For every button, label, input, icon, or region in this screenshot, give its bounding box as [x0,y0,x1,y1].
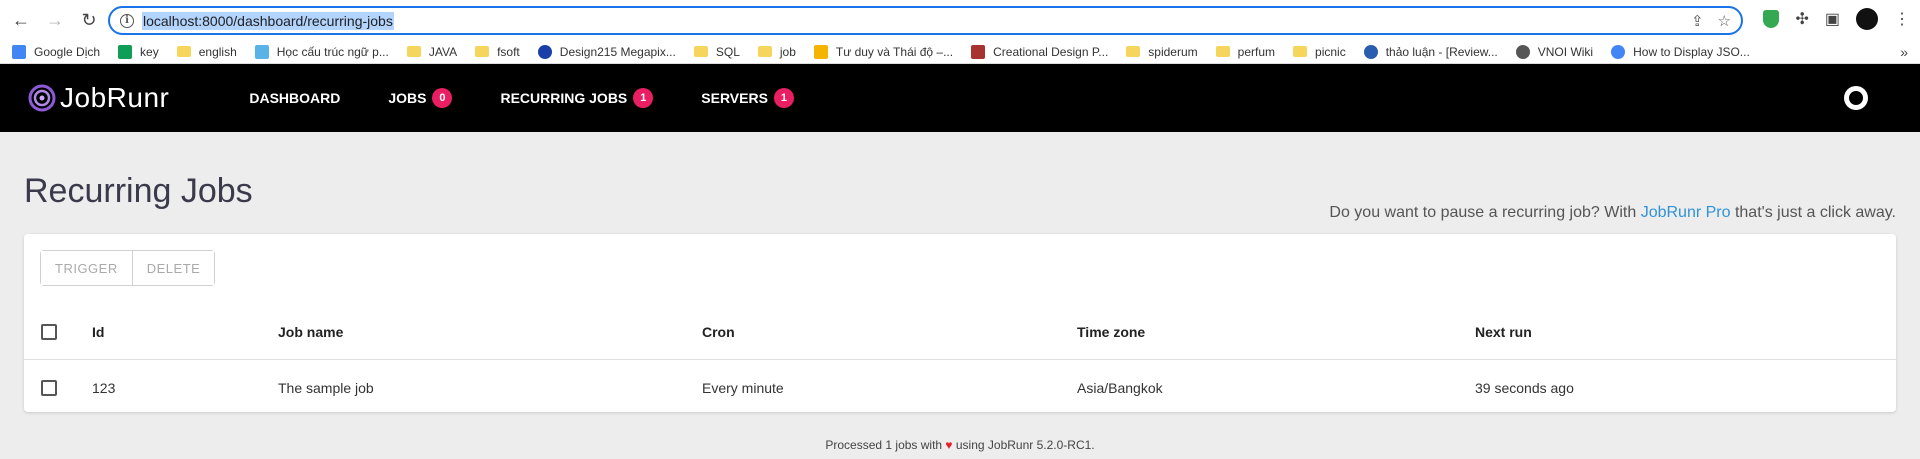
header-time-zone: Time zone [1077,323,1146,340]
address-bar[interactable]: i localhost:8000/dashboard/recurring-job… [108,6,1743,35]
github-icon[interactable] [1844,86,1868,110]
cell-time-zone: Asia/Bangkok [1077,380,1163,396]
header-next-run: Next run [1475,323,1532,340]
site-info-icon[interactable]: i [120,13,134,28]
sheets-icon [118,44,133,59]
bookmark-item[interactable]: How to Display JSO... [1611,44,1750,59]
bookmarks-bar: Google Dịch key english Học cấu trúc ngữ… [0,40,1920,64]
bookmark-item[interactable]: spiderum [1126,45,1198,59]
bookmark-item[interactable]: perfum [1215,45,1275,59]
bookmark-item[interactable]: job [757,45,796,59]
back-arrow-icon[interactable]: ← [8,7,34,33]
bookmark-item[interactable]: Creational Design P... [971,44,1108,59]
servers-count-badge: 1 [773,88,794,108]
site-icon [537,44,552,59]
logo-text: JobRunr [60,82,170,113]
folder-icon [1215,46,1230,57]
cell-job-name: The sample job [278,380,374,396]
jobs-count-badge: 0 [432,88,453,108]
nav-dashboard[interactable]: Dashboard [249,88,340,108]
bookmark-item[interactable]: key [118,44,159,59]
jobrunr-pro-link[interactable]: JobRunr Pro [1641,204,1731,221]
app-navbar: JobRunr Dashboard Jobs 0 Recurring Jobs … [0,64,1920,132]
action-button-group: Trigger Delete [40,250,216,286]
more-bookmarks-icon[interactable]: » [1900,44,1908,60]
header-job-name: Job name [278,323,344,340]
nav-servers[interactable]: Servers 1 [701,88,794,108]
folder-icon [757,46,772,57]
cell-next-run: 39 seconds ago [1475,380,1574,396]
site-icon [1363,44,1378,59]
cell-id: 123 [92,380,116,396]
bookmark-item[interactable]: JAVA [406,45,457,59]
translate-icon [12,44,26,59]
site-icon [1515,44,1530,59]
cell-cron: Every minute [702,380,784,396]
google-icon [1611,44,1626,59]
jobrunr-logo[interactable]: JobRunr [28,82,169,114]
recurring-jobs-count-badge: 1 [633,88,654,108]
table-row[interactable]: 123 The sample job Every minute Asia/Ban… [24,360,1896,416]
swirl-logo-icon [28,84,56,112]
forward-arrow-icon[interactable]: → [42,7,68,33]
folder-icon [406,46,421,57]
bookmark-item[interactable]: english [176,45,237,59]
site-icon [254,44,269,59]
side-panel-icon[interactable]: ▣ [1825,9,1840,29]
share-icon[interactable]: ⇪ [1691,12,1704,30]
bookmark-item[interactable]: Học cấu trúc ngữ p... [254,44,389,59]
delete-button[interactable]: Delete [131,251,215,285]
bookmark-item[interactable]: picnic [1293,45,1346,59]
bookmark-item[interactable]: Tư duy và Thái độ –... [813,44,953,59]
browser-menu-icon[interactable]: ⋮ [1894,9,1910,29]
folder-icon [1293,46,1308,57]
footer: Processed 1 jobs with ♥ using JobRunr 5.… [825,438,1095,452]
extensions-puzzle-icon[interactable]: ✣ [1795,9,1808,29]
folder-icon [693,46,708,57]
header-cron: Cron [702,323,735,340]
bookmark-item[interactable]: VNOI Wiki [1515,44,1593,59]
bookmark-item[interactable]: Design215 Megapix... [537,44,676,59]
site-icon [813,44,828,59]
nav-recurring-jobs[interactable]: Recurring Jobs 1 [500,88,654,108]
bookmark-item[interactable]: fsoft [475,45,520,59]
site-icon [971,44,986,59]
folder-icon [176,46,191,57]
table-header-row: Id Job name Cron Time zone Next run [24,304,1896,360]
bookmark-item[interactable]: thảo luận - [Review... [1363,44,1498,59]
header-id: Id [92,323,105,340]
heart-icon: ♥ [945,438,953,452]
reload-icon[interactable]: ↻ [76,7,102,33]
recurring-jobs-card: Trigger Delete Id Job name Cron Time zon… [24,234,1896,412]
row-checkbox[interactable] [41,380,57,396]
select-all-checkbox[interactable] [41,323,57,340]
profile-avatar[interactable] [1856,8,1878,30]
url-text[interactable]: localhost:8000/dashboard/recurring-jobs [142,11,394,30]
folder-icon [1126,46,1141,57]
bookmark-item[interactable]: Google Dịch [12,44,100,59]
recurring-jobs-table: Id Job name Cron Time zone Next run 123 … [24,304,1896,416]
browser-toolbar: ← → ↻ i localhost:8000/dashboard/recurri… [0,0,1920,40]
bookmark-star-icon[interactable]: ☆ [1718,12,1731,30]
trigger-button[interactable]: Trigger [41,251,132,285]
pro-note: Do you want to pause a recurring job? Wi… [1329,204,1896,221]
bookmark-item[interactable]: SQL [693,45,740,59]
folder-icon [475,46,490,57]
page-title: Recurring Jobs [24,172,253,210]
shield-extension-icon[interactable] [1763,10,1780,28]
nav-jobs[interactable]: Jobs 0 [388,88,453,108]
